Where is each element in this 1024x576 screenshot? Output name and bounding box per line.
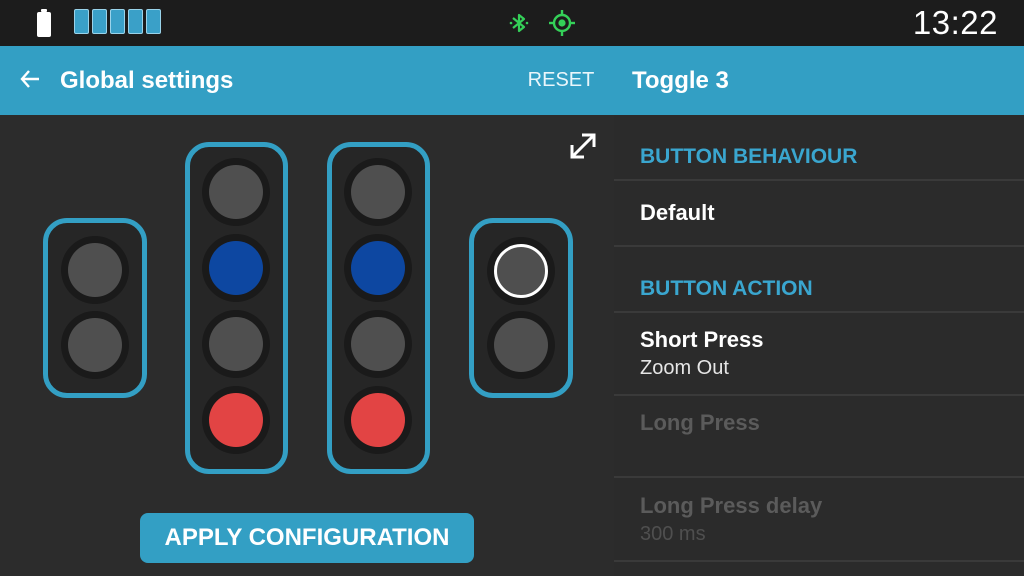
hw-button[interactable] [344,310,412,378]
short-press-value: Zoom Out [640,357,729,379]
hw-button[interactable] [487,311,555,379]
hw-button[interactable] [344,158,412,226]
section-header-button-action: BUTTON ACTION [640,277,813,300]
short-press-row[interactable]: Short Press Zoom Out [614,313,1024,393]
button-group-center-left [185,142,288,474]
hw-button[interactable] [202,310,270,378]
hw-button-selected[interactable] [487,237,555,305]
hw-button-red[interactable] [202,386,270,454]
hw-button-blue[interactable] [202,234,270,302]
section-header-button-behaviour: BUTTON BEHAVIOUR [640,145,858,168]
button-layout-panel: APPLY CONFIGURATION [0,115,614,576]
expand-icon[interactable] [568,131,598,161]
divider [614,560,1024,562]
button-group-right [469,218,573,398]
page-title: Global settings [60,67,234,94]
short-press-label: Short Press [640,327,764,352]
back-arrow-icon[interactable] [19,68,41,90]
behaviour-row[interactable]: Default [614,181,1024,245]
long-press-delay-value: 300 ms [640,523,706,545]
button-group-center-right [327,142,430,474]
hw-button-red[interactable] [344,386,412,454]
long-press-delay-label: Long Press delay [640,493,823,518]
divider [614,245,1024,247]
signal-bars-icon [74,9,161,37]
settings-panel: BUTTON BEHAVIOUR Default BUTTON ACTION S… [614,115,1024,576]
long-press-row: Long Press [614,396,1024,476]
gps-icon [549,10,575,36]
battery-icon [37,9,51,37]
bluetooth-icon [509,13,529,33]
hw-button[interactable] [202,158,270,226]
behaviour-value: Default [640,200,715,225]
long-press-delay-row: Long Press delay 300 ms [614,478,1024,560]
status-bar: 13:22 [0,0,1024,46]
app-bar: Global settings RESET Toggle 3 [0,46,1024,115]
reset-button[interactable]: RESET [518,62,604,98]
hw-button-blue[interactable] [344,234,412,302]
button-group-left [43,218,147,398]
clock: 13:22 [912,4,998,41]
panel-title: Toggle 3 [632,67,729,94]
long-press-label: Long Press [640,410,760,435]
apply-configuration-button[interactable]: APPLY CONFIGURATION [140,513,474,563]
hw-button[interactable] [61,236,129,304]
hw-button[interactable] [61,311,129,379]
